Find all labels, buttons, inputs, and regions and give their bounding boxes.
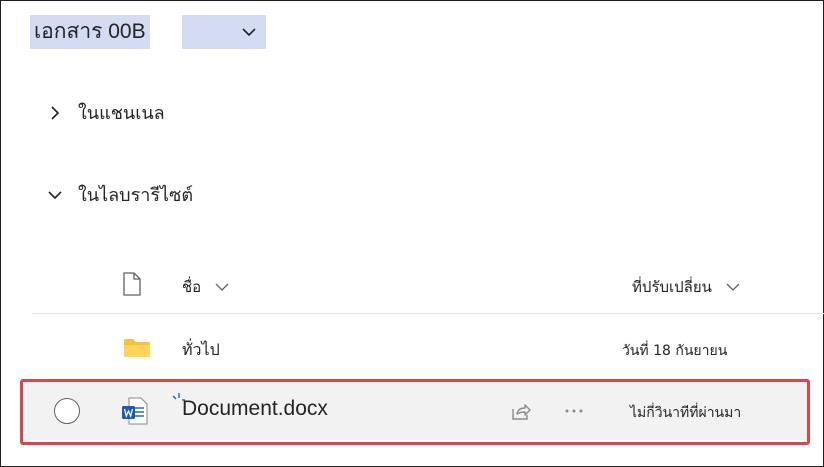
table-row[interactable]: ทั่วไป วันที่ 18 กันยายน [32,318,824,378]
library-title-dropdown[interactable]: เอกสาร 00B [30,15,266,49]
file-name[interactable]: ทั่วไป [182,338,220,363]
modified-date: วันที่ 18 กันยายน [622,343,728,359]
column-header-row: ชื่อ ที่ปรับเปลี่ยน [32,258,824,314]
column-header-name[interactable]: ชื่อ [182,275,229,299]
chevron-down-icon [726,283,740,291]
library-title: เอกสาร 00B [30,15,150,49]
section-label: ในแชนเนล [78,103,165,124]
chevron-down-icon [242,28,256,37]
chevron-down-icon [215,283,229,291]
chevron-down-icon [48,190,62,199]
section-in-site-library[interactable]: ในไลบรารีไซต์ [46,180,193,209]
folder-icon [124,339,150,357]
file-icon[interactable] [122,272,142,296]
section-in-channel[interactable]: ในแชนเนล [46,98,165,127]
section-label: ในไลบรารีไซต์ [78,185,194,206]
column-modified-label: ที่ปรับเปลี่ยน [632,278,712,296]
library-dropdown-toggle[interactable] [181,15,266,49]
column-header-modified[interactable]: ที่ปรับเปลี่ยน [632,275,740,299]
column-name-label: ชื่อ [182,278,202,296]
highlight-box [20,379,810,445]
chevron-right-icon [51,105,60,120]
